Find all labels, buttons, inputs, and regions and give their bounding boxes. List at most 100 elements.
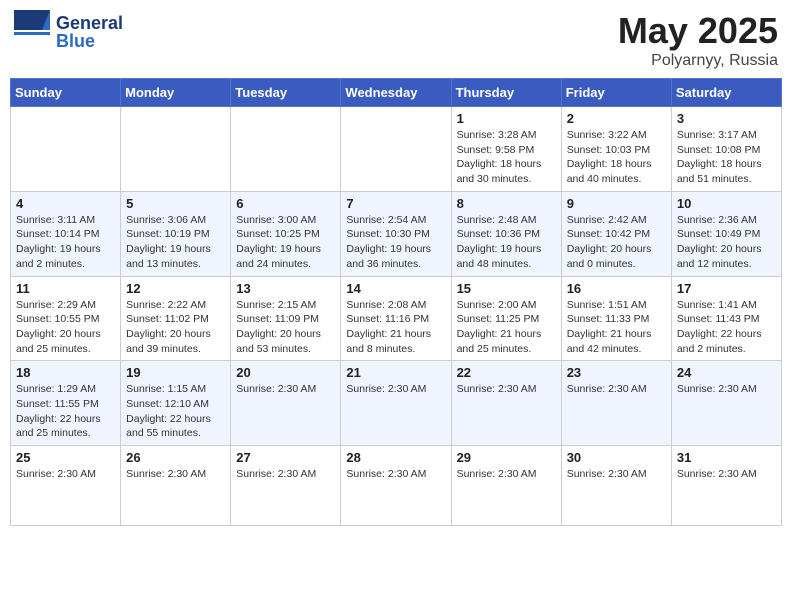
day-number: 26 [126, 450, 225, 465]
calendar-day-cell: 23 Sunrise: 2:30 AM [561, 361, 671, 446]
day-info: Sunrise: 2:30 AM [677, 382, 776, 397]
calendar-day-cell: 12Sunrise: 2:22 AM Sunset: 11:02 PM Dayl… [121, 276, 231, 361]
day-number: 1 [457, 111, 556, 126]
day-info: Sunrise: 1:29 AM Sunset: 11:55 PM Daylig… [16, 382, 115, 441]
day-number: 25 [16, 450, 115, 465]
day-info: Sunrise: 2:00 AM Sunset: 11:25 PM Daylig… [457, 298, 556, 357]
calendar-location: Polyarnyy, Russia [618, 52, 778, 70]
day-number: 23 [567, 365, 666, 380]
day-number: 14 [346, 281, 445, 296]
day-number: 27 [236, 450, 335, 465]
day-number: 29 [457, 450, 556, 465]
day-info: Sunrise: 2:30 AM [346, 467, 445, 482]
day-number: 19 [126, 365, 225, 380]
calendar-day-cell: 4 Sunrise: 3:11 AM Sunset: 10:14 PM Dayli… [11, 191, 121, 276]
day-number: 21 [346, 365, 445, 380]
calendar-day-cell: 10 Sunrise: 2:36 AM Sunset: 10:49 PM Dayl… [671, 191, 781, 276]
day-info: Sunrise: 3:11 AM Sunset: 10:14 PM Daylig… [16, 213, 115, 272]
day-of-week-header: Wednesday [341, 79, 451, 107]
logo: General Blue [14, 10, 123, 54]
calendar-day-cell: 27 Sunrise: 2:30 AM [231, 446, 341, 526]
day-number: 5 [126, 196, 225, 211]
calendar-day-cell: 13 Sunrise: 2:15 AM Sunset: 11:09 PM Dayl… [231, 276, 341, 361]
page-header: General Blue May 2025 Polyarnyy, Russia [10, 10, 782, 70]
logo-line1: General [56, 14, 123, 32]
day-info: Sunrise: 2:08 AM Sunset: 11:16 PM Daylig… [346, 298, 445, 357]
logo-line2: Blue [56, 32, 123, 50]
day-info: Sunrise: 2:36 AM Sunset: 10:49 PM Daylig… [677, 213, 776, 272]
calendar-day-cell [341, 107, 451, 192]
calendar-day-cell: 9 Sunrise: 2:42 AM Sunset: 10:42 PM Dayli… [561, 191, 671, 276]
day-number: 31 [677, 450, 776, 465]
day-info: Sunrise: 2:30 AM [567, 382, 666, 397]
logo-icon [14, 10, 52, 54]
day-info: Sunrise: 2:42 AM Sunset: 10:42 PM Daylig… [567, 213, 666, 272]
day-number: 22 [457, 365, 556, 380]
day-number: 15 [457, 281, 556, 296]
day-number: 8 [457, 196, 556, 211]
calendar-day-cell: 30Sunrise: 2:30 AM [561, 446, 671, 526]
day-number: 18 [16, 365, 115, 380]
day-number: 11 [16, 281, 115, 296]
title-block: May 2025 Polyarnyy, Russia [618, 10, 778, 70]
day-info: Sunrise: 3:28 AM Sunset: 9:58 PM Dayligh… [457, 128, 556, 187]
day-number: 16 [567, 281, 666, 296]
day-number: 10 [677, 196, 776, 211]
day-info: Sunrise: 3:00 AM Sunset: 10:25 PM Daylig… [236, 213, 335, 272]
day-of-week-header: Tuesday [231, 79, 341, 107]
calendar-day-cell: 26 Sunrise: 2:30 AM [121, 446, 231, 526]
day-info: Sunrise: 1:15 AM Sunset: 12:10 AM Daylig… [126, 382, 225, 441]
calendar-day-cell: 11Sunrise: 2:29 AM Sunset: 10:55 PM Dayl… [11, 276, 121, 361]
day-number: 9 [567, 196, 666, 211]
day-number: 20 [236, 365, 335, 380]
day-number: 24 [677, 365, 776, 380]
day-number: 4 [16, 196, 115, 211]
calendar-day-cell: 2Sunrise: 3:22 AM Sunset: 10:03 PM Dayli… [561, 107, 671, 192]
day-number: 3 [677, 111, 776, 126]
calendar-table: SundayMondayTuesdayWednesdayThursdayFrid… [10, 78, 782, 526]
calendar-header-row: SundayMondayTuesdayWednesdayThursdayFrid… [11, 79, 782, 107]
day-number: 2 [567, 111, 666, 126]
day-info: Sunrise: 2:30 AM [16, 467, 115, 482]
calendar-week-row: 18 Sunrise: 1:29 AM Sunset: 11:55 PM Dayl… [11, 361, 782, 446]
calendar-day-cell: 20Sunrise: 2:30 AM [231, 361, 341, 446]
calendar-day-cell: 18 Sunrise: 1:29 AM Sunset: 11:55 PM Dayl… [11, 361, 121, 446]
day-info: Sunrise: 2:30 AM [236, 467, 335, 482]
day-of-week-header: Monday [121, 79, 231, 107]
day-info: Sunrise: 2:30 AM [457, 382, 556, 397]
day-info: Sunrise: 2:30 AM [346, 382, 445, 397]
calendar-week-row: 4 Sunrise: 3:11 AM Sunset: 10:14 PM Dayli… [11, 191, 782, 276]
day-number: 12 [126, 281, 225, 296]
day-number: 28 [346, 450, 445, 465]
calendar-day-cell: 14 Sunrise: 2:08 AM Sunset: 11:16 PM Dayl… [341, 276, 451, 361]
day-number: 17 [677, 281, 776, 296]
calendar-day-cell [11, 107, 121, 192]
day-info: Sunrise: 2:30 AM [567, 467, 666, 482]
day-info: Sunrise: 2:30 AM [126, 467, 225, 482]
calendar-day-cell: 7Sunrise: 2:54 AM Sunset: 10:30 PM Dayli… [341, 191, 451, 276]
calendar-day-cell: 16Sunrise: 1:51 AM Sunset: 11:33 PM Dayl… [561, 276, 671, 361]
day-of-week-header: Thursday [451, 79, 561, 107]
calendar-day-cell [121, 107, 231, 192]
calendar-day-cell: 29 Sunrise: 2:30 AM [451, 446, 561, 526]
day-of-week-header: Saturday [671, 79, 781, 107]
calendar-day-cell: 21 Sunrise: 2:30 AM [341, 361, 451, 446]
calendar-day-cell: 17Sunrise: 1:41 AM Sunset: 11:43 PM Dayl… [671, 276, 781, 361]
day-info: Sunrise: 2:30 AM [457, 467, 556, 482]
day-info: Sunrise: 2:15 AM Sunset: 11:09 PM Daylig… [236, 298, 335, 357]
day-info: Sunrise: 3:06 AM Sunset: 10:19 PM Daylig… [126, 213, 225, 272]
calendar-day-cell: 22 Sunrise: 2:30 AM [451, 361, 561, 446]
calendar-day-cell [231, 107, 341, 192]
calendar-day-cell: 1 Sunrise: 3:28 AM Sunset: 9:58 PM Daylig… [451, 107, 561, 192]
calendar-day-cell: 31Sunrise: 2:30 AM [671, 446, 781, 526]
day-number: 6 [236, 196, 335, 211]
calendar-day-cell: 19 Sunrise: 1:15 AM Sunset: 12:10 AM Dayl… [121, 361, 231, 446]
calendar-day-cell: 28 Sunrise: 2:30 AM [341, 446, 451, 526]
day-info: Sunrise: 2:54 AM Sunset: 10:30 PM Daylig… [346, 213, 445, 272]
calendar-week-row: 1 Sunrise: 3:28 AM Sunset: 9:58 PM Daylig… [11, 107, 782, 192]
day-number: 13 [236, 281, 335, 296]
calendar-day-cell: 5 Sunrise: 3:06 AM Sunset: 10:19 PM Dayli… [121, 191, 231, 276]
calendar-day-cell: 6 Sunrise: 3:00 AM Sunset: 10:25 PM Dayli… [231, 191, 341, 276]
calendar-day-cell: 24 Sunrise: 2:30 AM [671, 361, 781, 446]
day-info: Sunrise: 2:48 AM Sunset: 10:36 PM Daylig… [457, 213, 556, 272]
